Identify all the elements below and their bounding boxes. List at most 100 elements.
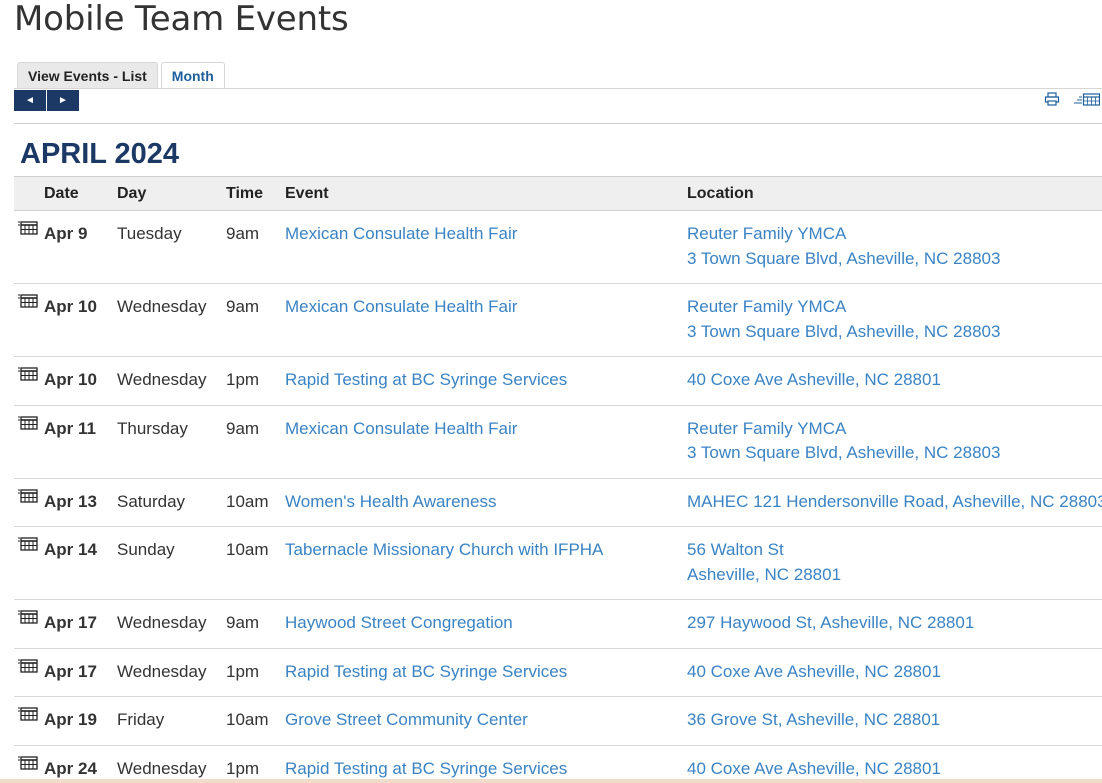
prev-month-button[interactable]: ◄ xyxy=(14,90,46,111)
add-to-calendar-icon[interactable] xyxy=(18,415,44,430)
table-row: Apr 10 Wednesday 9am Mexican Consulate Heal… xyxy=(14,283,1102,357)
cell-date: Apr 17 xyxy=(14,599,117,649)
table-row: Apr 13 Saturday 10am Women's Health Awarene… xyxy=(14,478,1102,527)
tab-list[interactable]: View Events - List xyxy=(17,62,158,88)
event-link[interactable]: Tabernacle Missionary Church with IFPHA xyxy=(285,540,603,559)
table-row: Apr 11 Thursday 9am Mexican Consulate Healt… xyxy=(14,405,1102,479)
header-date[interactable]: Date xyxy=(14,176,117,211)
cell-date: Apr 10 xyxy=(14,283,117,357)
print-icon[interactable] xyxy=(1044,92,1060,111)
cell-location: MAHEC 121 Hendersonville Road, Asheville… xyxy=(687,478,1102,527)
cell-date: Apr 17 xyxy=(14,648,117,697)
next-month-button[interactable]: ► xyxy=(47,90,79,111)
cell-location: Reuter Family YMCA 3 Town Square Blvd, As… xyxy=(687,405,1102,479)
event-link[interactable]: Women's Health Awareness xyxy=(285,492,496,511)
location-link[interactable]: 36 Grove St, Asheville, NC 28801 xyxy=(687,708,1102,733)
add-to-calendar-icon[interactable] xyxy=(18,294,44,308)
cell-event: Rapid Testing at BC Syringe Services xyxy=(285,745,687,783)
cell-location: 36 Grove St, Asheville, NC 28801 xyxy=(687,696,1102,746)
location-link[interactable]: 40 Coxe Ave Asheville, NC 28801 xyxy=(687,757,1102,782)
cell-event: Grove Street Community Center xyxy=(285,696,687,746)
location-link[interactable]: 40 Coxe Ave Asheville, NC 28801 xyxy=(687,368,1102,393)
event-time: 1pm xyxy=(226,356,285,406)
add-to-calendar-icon[interactable] xyxy=(18,658,44,673)
location-link[interactable]: Asheville, NC 28801 xyxy=(687,563,1102,588)
cell-event: Tabernacle Missionary Church with IFPHA xyxy=(285,526,687,600)
table-row: Apr 9 Tuesday 9am Mexican Consulate Health … xyxy=(14,210,1102,284)
add-to-calendar-icon[interactable] xyxy=(18,488,44,503)
table-row: Apr 19 Friday 10am Grove Street Community C… xyxy=(14,696,1102,746)
location-link[interactable]: Reuter Family YMCA xyxy=(687,417,1102,442)
header-day[interactable]: Day xyxy=(117,176,226,211)
event-day: Thursday xyxy=(117,405,226,479)
divider xyxy=(14,123,1102,124)
event-link[interactable]: Rapid Testing at BC Syringe Services xyxy=(285,759,567,778)
cell-date: Apr 19 xyxy=(14,696,117,746)
event-date: Apr 17 xyxy=(44,613,97,632)
cell-location: 40 Coxe Ave Asheville, NC 28801 xyxy=(687,356,1102,406)
cell-date: Apr 10 xyxy=(14,356,117,406)
event-date: Apr 11 xyxy=(44,418,96,438)
event-day: Tuesday xyxy=(117,210,226,284)
location-link[interactable]: Reuter Family YMCA xyxy=(687,222,1102,247)
location-link[interactable]: 3 Town Square Blvd, Asheville, NC 28803 xyxy=(687,247,1102,272)
event-link[interactable]: Grove Street Community Center xyxy=(285,710,528,729)
header-location[interactable]: Location xyxy=(687,176,1102,211)
cell-location: Reuter Family YMCA 3 Town Square Blvd, As… xyxy=(687,283,1102,357)
add-to-calendar-icon[interactable] xyxy=(18,707,44,721)
event-link[interactable]: Rapid Testing at BC Syringe Services xyxy=(285,662,567,681)
cell-event: Mexican Consulate Health Fair xyxy=(285,283,687,357)
cell-event: Haywood Street Congregation xyxy=(285,599,687,649)
tab-month[interactable]: Month xyxy=(160,62,225,88)
cell-date: Apr 11 xyxy=(14,405,117,479)
location-link[interactable]: MAHEC 121 Hendersonville Road, Asheville… xyxy=(687,490,1102,515)
event-time: 1pm xyxy=(226,745,285,783)
cell-event: Rapid Testing at BC Syringe Services xyxy=(285,648,687,697)
location-link[interactable]: 56 Walton St xyxy=(687,538,1102,563)
event-link[interactable]: Mexican Consulate Health Fair xyxy=(285,419,517,438)
add-to-calendar-icon[interactable] xyxy=(18,755,44,770)
cell-location: 56 Walton St Asheville, NC 28801 xyxy=(687,526,1102,600)
event-time: 9am xyxy=(226,599,285,649)
event-date: Apr 14 xyxy=(44,540,97,559)
event-time: 10am xyxy=(226,478,285,527)
cell-location: Reuter Family YMCA 3 Town Square Blvd, As… xyxy=(687,210,1102,284)
event-date: Apr 9 xyxy=(44,224,88,243)
table-row: Apr 14 Sunday 10am Tabernacle Missionary Ch… xyxy=(14,526,1102,600)
add-to-calendar-icon[interactable] xyxy=(18,221,44,235)
event-day: Sunday xyxy=(117,526,226,600)
event-link[interactable]: Rapid Testing at BC Syringe Services xyxy=(285,370,567,389)
event-day: Wednesday xyxy=(117,599,226,649)
header-time[interactable]: Time xyxy=(226,176,285,211)
view-tools xyxy=(1030,92,1101,111)
events-body: Apr 9 Tuesday 9am Mexican Consulate Health … xyxy=(14,210,1102,783)
location-link[interactable]: 297 Haywood St, Asheville, NC 28801 xyxy=(687,611,1102,636)
location-link[interactable]: 3 Town Square Blvd, Asheville, NC 28803 xyxy=(687,320,1102,345)
location-link[interactable]: 40 Coxe Ave Asheville, NC 28801 xyxy=(687,660,1102,685)
header-event[interactable]: Event xyxy=(285,176,687,211)
cell-date: Apr 24 xyxy=(14,745,117,783)
location-link[interactable]: Reuter Family YMCA xyxy=(687,295,1102,320)
page: Mobile Team Events View Events - List Mo… xyxy=(0,0,1102,783)
events-table: Date Day Time Event Location Apr 9 Tuesda… xyxy=(14,176,1102,783)
event-day: Wednesday xyxy=(117,745,226,783)
cell-event: Rapid Testing at BC Syringe Services xyxy=(285,356,687,406)
cell-event: Mexican Consulate Health Fair xyxy=(285,210,687,284)
cell-date: Apr 9 xyxy=(14,210,117,284)
add-to-calendar-icon[interactable] xyxy=(18,367,44,381)
event-time: 9am xyxy=(226,405,285,479)
add-to-calendar-icon[interactable] xyxy=(18,537,44,551)
location-link[interactable]: 3 Town Square Blvd, Asheville, NC 28803 xyxy=(687,441,1102,466)
cell-location: 40 Coxe Ave Asheville, NC 28801 xyxy=(687,648,1102,697)
cell-date: Apr 13 xyxy=(14,478,117,527)
list-view-icon[interactable] xyxy=(1074,92,1101,111)
table-row: Apr 10 Wednesday 1pm Rapid Testing at BC Sy… xyxy=(14,356,1102,406)
table-header-row: Date Day Time Event Location xyxy=(14,176,1102,211)
event-link[interactable]: Mexican Consulate Health Fair xyxy=(285,224,517,243)
event-date: Apr 13 xyxy=(44,491,97,511)
event-link[interactable]: Haywood Street Congregation xyxy=(285,613,513,632)
event-time: 10am xyxy=(226,526,285,600)
add-to-calendar-icon[interactable] xyxy=(18,610,44,624)
cell-event: Mexican Consulate Health Fair xyxy=(285,405,687,479)
event-link[interactable]: Mexican Consulate Health Fair xyxy=(285,297,517,316)
